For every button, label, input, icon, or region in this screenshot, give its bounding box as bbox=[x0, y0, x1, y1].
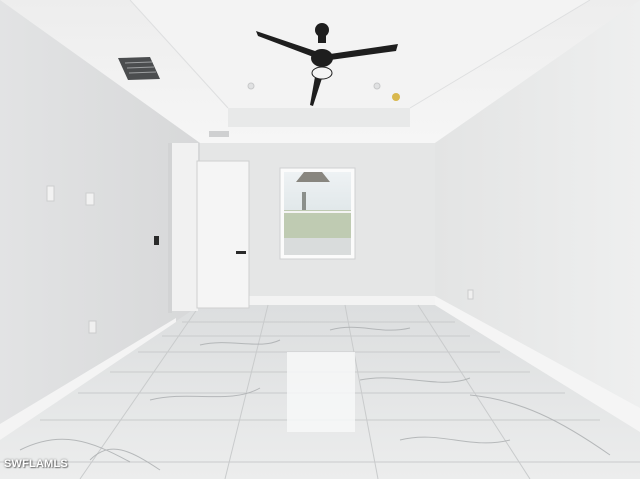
smoke-detector bbox=[392, 93, 400, 101]
recessed-light bbox=[373, 82, 381, 90]
door-handle bbox=[236, 251, 246, 254]
electrical-outlet bbox=[88, 320, 97, 334]
room-illustration bbox=[0, 0, 640, 479]
light-switch bbox=[46, 185, 55, 202]
doorway bbox=[168, 143, 198, 311]
interior-door bbox=[196, 160, 250, 309]
room-photo: SWFLAMLS bbox=[0, 0, 640, 479]
return-vent bbox=[209, 131, 229, 137]
thermostat bbox=[85, 192, 95, 206]
recessed-light bbox=[247, 82, 255, 90]
mls-watermark: SWFLAMLS bbox=[4, 458, 68, 470]
wall-control bbox=[154, 236, 159, 245]
tray-ceiling-edge bbox=[228, 108, 410, 127]
window-reflection bbox=[287, 352, 355, 432]
baseboard-back bbox=[248, 296, 435, 305]
electrical-outlet-right bbox=[467, 289, 474, 300]
